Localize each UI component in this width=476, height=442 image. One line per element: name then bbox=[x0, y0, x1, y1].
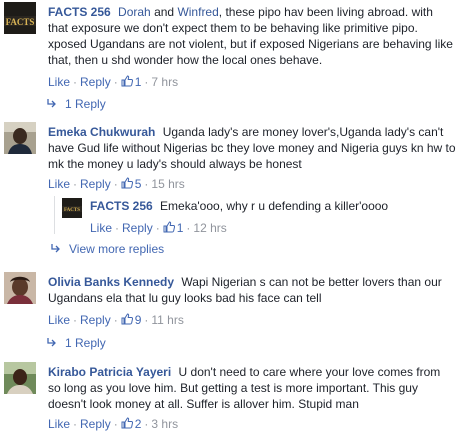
person-avatar-icon bbox=[4, 272, 36, 304]
timestamp[interactable]: 12 hrs bbox=[193, 221, 226, 235]
mention-link[interactable]: Dorah bbox=[118, 5, 151, 19]
like-count[interactable]: 1 bbox=[135, 75, 142, 89]
comment-actions: Like · Reply · 2 · 3 hrs bbox=[48, 417, 179, 431]
timestamp[interactable]: 3 hrs bbox=[151, 417, 178, 431]
comment-actions: Like · Reply · 1 · 7 hrs bbox=[48, 75, 179, 89]
svg-text:FACTS: FACTS bbox=[6, 17, 35, 27]
like-count[interactable]: 1 bbox=[177, 221, 184, 235]
comment-body: Kirabo Patricia Yayeri U don't need to c… bbox=[48, 364, 456, 412]
comment-body: FACTS 256 Dorah and Winfred, these pipo … bbox=[48, 4, 456, 68]
thumbs-up-icon bbox=[163, 221, 175, 233]
comment-actions: Like · Reply · 5 · 15 hrs bbox=[48, 177, 185, 191]
avatar[interactable] bbox=[4, 122, 36, 154]
comment-body: FACTS 256 Emeka'ooo, why r u defending a… bbox=[90, 198, 454, 214]
comment-kirabo: Kirabo Patricia Yayeri U don't need to c… bbox=[4, 362, 468, 438]
replies-link[interactable]: 1 Reply bbox=[46, 335, 106, 351]
avatar[interactable]: FACTS bbox=[62, 198, 82, 218]
like-button[interactable]: Like bbox=[48, 75, 70, 89]
avatar[interactable] bbox=[4, 362, 36, 394]
reply-arrow-icon bbox=[47, 99, 56, 108]
comment-emeka: Emeka Chukwurah Uganda lady's are money … bbox=[4, 122, 468, 192]
like-button[interactable]: Like bbox=[90, 221, 112, 235]
avatar[interactable]: FACTS bbox=[4, 2, 36, 34]
comment-author[interactable]: FACTS 256 bbox=[90, 199, 153, 213]
like-button[interactable]: Like bbox=[48, 177, 70, 191]
reply-arrow-icon bbox=[51, 244, 60, 253]
comment-author[interactable]: Kirabo Patricia Yayeri bbox=[48, 365, 171, 379]
comment-text-joiner: and bbox=[150, 5, 178, 19]
comment-author[interactable]: Emeka Chukwurah bbox=[48, 125, 155, 139]
timestamp[interactable]: 11 hrs bbox=[151, 313, 183, 327]
like-count[interactable]: 9 bbox=[135, 313, 142, 327]
comment-facts-256: FACTS FACTS 256 Dorah and Winfred, these… bbox=[4, 2, 468, 94]
timestamp[interactable]: 15 hrs bbox=[151, 177, 184, 191]
view-more-replies-link[interactable]: View more replies bbox=[50, 241, 164, 257]
person-avatar-icon bbox=[4, 122, 36, 154]
avatar[interactable] bbox=[4, 272, 36, 304]
facts-logo-icon: FACTS bbox=[4, 2, 36, 34]
thumbs-up-icon bbox=[121, 313, 133, 325]
reply-button[interactable]: Reply bbox=[122, 221, 153, 235]
timestamp[interactable]: 7 hrs bbox=[151, 75, 178, 89]
comment-actions: Like · Reply · 1 · 12 hrs bbox=[90, 221, 227, 235]
comment-body: Emeka Chukwurah Uganda lady's are money … bbox=[48, 124, 456, 172]
comment-body: Olivia Banks Kennedy Wapi Nigerian s can… bbox=[48, 274, 456, 306]
reply-button[interactable]: Reply bbox=[80, 177, 111, 191]
reply-arrow-icon bbox=[47, 338, 56, 347]
reply-button[interactable]: Reply bbox=[80, 75, 111, 89]
thumbs-up-icon bbox=[121, 417, 133, 429]
thumbs-up-icon bbox=[121, 75, 133, 87]
comment-author[interactable]: FACTS 256 bbox=[48, 5, 111, 19]
like-button[interactable]: Like bbox=[48, 417, 70, 431]
comment-actions: Like · Reply · 9 · 11 hrs bbox=[48, 313, 184, 327]
person-avatar-icon bbox=[4, 362, 36, 394]
reply-button[interactable]: Reply bbox=[80, 313, 111, 327]
svg-text:FACTS: FACTS bbox=[64, 208, 80, 213]
comment-olivia: Olivia Banks Kennedy Wapi Nigerian s can… bbox=[4, 272, 468, 328]
reply-thread-line bbox=[54, 196, 55, 234]
replies-link[interactable]: 1 Reply bbox=[46, 96, 106, 112]
mention-link[interactable]: Winfred bbox=[177, 5, 218, 19]
comment-author[interactable]: Olivia Banks Kennedy bbox=[48, 275, 174, 289]
like-count[interactable]: 5 bbox=[135, 177, 142, 191]
like-count[interactable]: 2 bbox=[135, 417, 142, 431]
facts-logo-icon: FACTS bbox=[62, 198, 82, 218]
comment-text: Emeka'ooo, why r u defending a killer'oo… bbox=[160, 199, 389, 213]
reply-facts-256: FACTS FACTS 256 Emeka'ooo, why r u defen… bbox=[62, 198, 466, 235]
reply-button[interactable]: Reply bbox=[80, 417, 111, 431]
thumbs-up-icon bbox=[121, 177, 133, 189]
like-button[interactable]: Like bbox=[48, 313, 70, 327]
